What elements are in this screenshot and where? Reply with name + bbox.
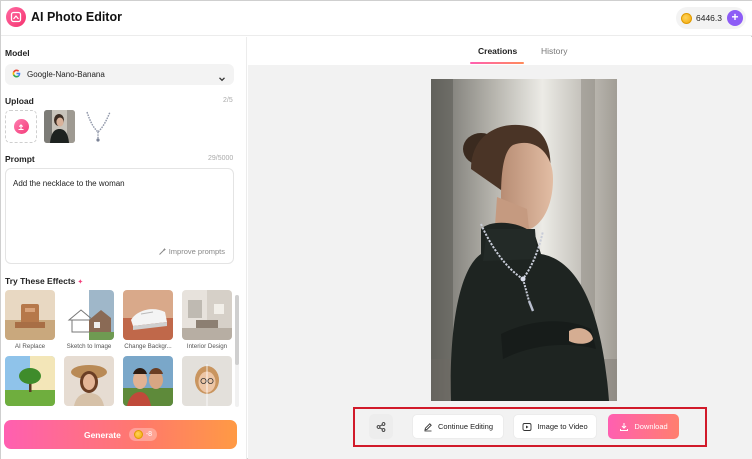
uploaded-image-woman[interactable] — [44, 110, 75, 143]
download-icon — [620, 422, 629, 431]
effect-6[interactable] — [64, 356, 114, 406]
app-logo-icon — [6, 7, 26, 27]
effect-thumbnail — [5, 356, 55, 406]
effect-thumbnail — [5, 290, 55, 340]
effect-thumbnail — [64, 290, 114, 340]
effect-8[interactable] — [182, 356, 232, 406]
app-window: AI Photo Editor 6446.3 + Model Google-Na… — [0, 0, 752, 459]
model-select[interactable]: Google-Nano-Banana — [5, 64, 234, 85]
coin-icon — [133, 430, 143, 439]
chevron-down-icon — [218, 70, 226, 88]
effects-scrollbar-thumb[interactable] — [235, 295, 239, 365]
result-image[interactable] — [431, 79, 617, 401]
prompt-label: Prompt — [5, 154, 35, 164]
uploaded-image-necklace[interactable] — [83, 110, 114, 143]
share-icon — [376, 421, 386, 432]
effect-label: Sketch to Image — [66, 343, 112, 350]
coin-icon — [681, 12, 692, 24]
generate-button[interactable]: Generate -8 — [4, 420, 237, 449]
effect-5[interactable] — [5, 356, 55, 406]
left-panel: Model Google-Nano-Banana Upload 2/5 Prom… — [1, 37, 247, 459]
effect-ai-replace[interactable]: AI Replace — [5, 290, 55, 350]
upload-icon — [13, 119, 29, 134]
upload-button[interactable] — [5, 110, 37, 143]
generate-cost-value: -8 — [145, 431, 153, 438]
continue-editing-button[interactable]: Continue Editing — [412, 414, 504, 439]
prompt-count: 29/5000 — [208, 155, 234, 162]
credits-balance[interactable]: 6446.3 + — [676, 7, 746, 29]
prompt-input[interactable]: Add the necklace to the woman Improve pr… — [5, 168, 234, 264]
effect-7[interactable] — [123, 356, 173, 406]
effect-thumbnail — [64, 356, 114, 406]
tab-history[interactable]: History — [541, 46, 567, 56]
effect-thumbnail — [182, 290, 232, 340]
google-g-icon — [12, 69, 22, 80]
effect-label: Interior Design — [186, 343, 228, 350]
app-title: AI Photo Editor — [31, 10, 122, 24]
video-icon — [522, 422, 532, 431]
pencil-icon — [424, 422, 432, 431]
active-tab-indicator — [470, 62, 524, 64]
credits-value: 6446.3 — [696, 13, 722, 23]
download-button[interactable]: Download — [608, 414, 679, 439]
effect-sketch-to-image[interactable]: Sketch to Image — [64, 290, 114, 350]
add-credits-button[interactable]: + — [727, 10, 743, 26]
model-label: Model — [5, 48, 30, 58]
top-header: AI Photo Editor 6446.3 + — [1, 1, 752, 36]
upload-count: 2/5 — [223, 97, 233, 104]
upload-label: Upload — [5, 96, 34, 106]
effect-label: Change Backgr... — [124, 343, 172, 350]
improve-prompts-button[interactable]: Improve prompts — [158, 247, 225, 256]
tab-creations[interactable]: Creations — [478, 46, 517, 56]
effect-label: AI Replace — [14, 343, 46, 350]
generate-label: Generate — [83, 429, 121, 440]
image-to-video-button[interactable]: Image to Video — [513, 414, 597, 439]
tabs-bar: Creations History — [248, 37, 752, 65]
right-panel: Creations History Continue Editing Image… — [248, 37, 752, 459]
generate-cost: -8 — [128, 428, 158, 441]
effect-thumbnail — [123, 290, 173, 340]
sparkle-icon: ✦ — [77, 279, 84, 286]
effects-heading: Try These Effects ✦ — [5, 276, 83, 286]
prompt-text: Add the necklace to the woman — [13, 179, 125, 188]
effect-interior-design[interactable]: Interior Design — [182, 290, 232, 350]
model-name: Google-Nano-Banana — [27, 70, 105, 79]
effect-thumbnail — [182, 356, 232, 406]
continue-editing-label: Continue Editing — [437, 422, 494, 431]
magic-wand-icon — [158, 248, 166, 255]
effect-thumbnail — [123, 356, 173, 406]
image-to-video-label: Image to Video — [537, 422, 588, 431]
share-button[interactable] — [369, 414, 393, 439]
effects-heading-text: Try These Effects — [5, 276, 76, 286]
improve-prompts-label: Improve prompts — [168, 247, 225, 256]
download-label: Download — [634, 422, 668, 431]
effect-change-background[interactable]: Change Backgr... — [123, 290, 173, 350]
